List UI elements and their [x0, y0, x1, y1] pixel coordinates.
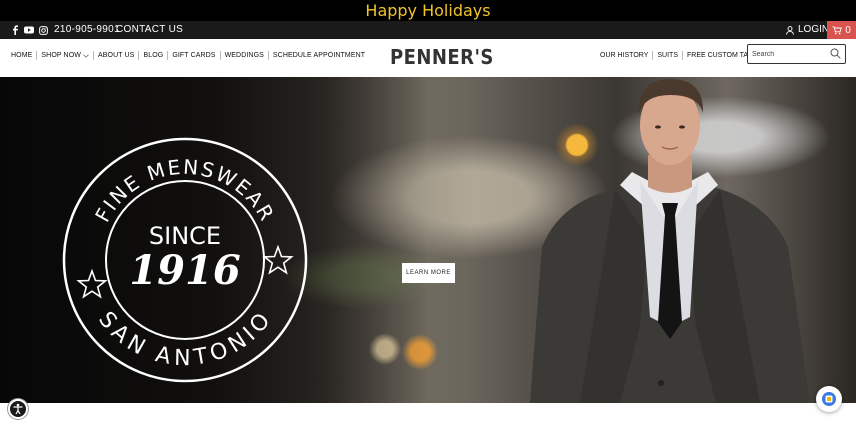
search-box: [747, 44, 846, 64]
facebook-icon[interactable]: [11, 25, 19, 35]
nav-home[interactable]: HOME: [11, 52, 32, 59]
nav-suits[interactable]: SUITS: [657, 52, 678, 59]
star-icon: [76, 268, 108, 299]
chat-icon: [822, 392, 836, 406]
login-label: LOGIN: [798, 24, 830, 35]
search-icon[interactable]: [830, 48, 841, 59]
nav-divider: [138, 51, 140, 60]
nav-our-history[interactable]: OUR HISTORY: [600, 52, 648, 59]
site-logo[interactable]: PENNER'S: [390, 45, 494, 69]
nav-shop-now-label: SHOP NOW: [41, 52, 81, 59]
contact-us-link[interactable]: CONTACT US: [116, 23, 183, 37]
badge-since-text: SINCE: [149, 222, 221, 250]
learn-more-button[interactable]: LEARN MORE: [402, 263, 455, 283]
cart-icon: [832, 25, 843, 34]
search-input[interactable]: [752, 48, 830, 60]
chevron-down-icon: [83, 53, 89, 58]
nav-schedule-appointment[interactable]: SCHEDULE APPOINTMENT: [273, 52, 365, 59]
nav-shop-now[interactable]: SHOP NOW: [41, 52, 89, 59]
announcement-bar: Happy Holidays: [0, 0, 856, 21]
nav-divider: [92, 51, 94, 60]
nav-about-us[interactable]: ABOUT US: [98, 52, 134, 59]
chat-widget-button[interactable]: [816, 386, 842, 412]
since-1916-badge: FINE MENSWEAR SAN ANTONIO SINCE 1916: [62, 137, 308, 383]
user-icon: [786, 25, 794, 35]
nav-gift-cards[interactable]: GIFT CARDS: [172, 52, 215, 59]
phone-link[interactable]: 210-905-9901: [54, 23, 120, 37]
main-navigation: HOME SHOP NOW ABOUT US BLOG GIFT CARDS W…: [0, 39, 856, 77]
youtube-icon[interactable]: [24, 26, 34, 34]
nav-divider: [682, 51, 683, 60]
nav-divider: [652, 51, 654, 60]
accessibility-icon: [13, 403, 23, 415]
nav-divider: [219, 51, 221, 60]
nav-divider: [167, 51, 169, 60]
nav-divider: [267, 51, 269, 60]
star-icon: [262, 244, 294, 275]
instagram-icon[interactable]: [39, 25, 48, 35]
badge-year-text: 1916: [129, 247, 240, 294]
hero-model-image: [530, 79, 810, 403]
social-links: [11, 23, 48, 37]
announcement-text: Happy Holidays: [365, 1, 491, 20]
utility-bar: 210-905-9901 CONTACT US LOGIN: [0, 21, 856, 39]
cart-button[interactable]: 0: [827, 21, 856, 39]
nav-left-menu: HOME SHOP NOW ABOUT US BLOG GIFT CARDS W…: [11, 51, 365, 60]
nav-weddings[interactable]: WEDDINGS: [225, 52, 264, 59]
nav-blog[interactable]: BLOG: [143, 52, 163, 59]
accessibility-button[interactable]: [8, 399, 28, 419]
nav-divider: [36, 51, 38, 60]
login-link[interactable]: LOGIN: [786, 23, 829, 37]
cart-count: 0: [845, 24, 851, 36]
hero-banner: FINE MENSWEAR SAN ANTONIO SINCE 1916 LEA…: [0, 77, 856, 403]
